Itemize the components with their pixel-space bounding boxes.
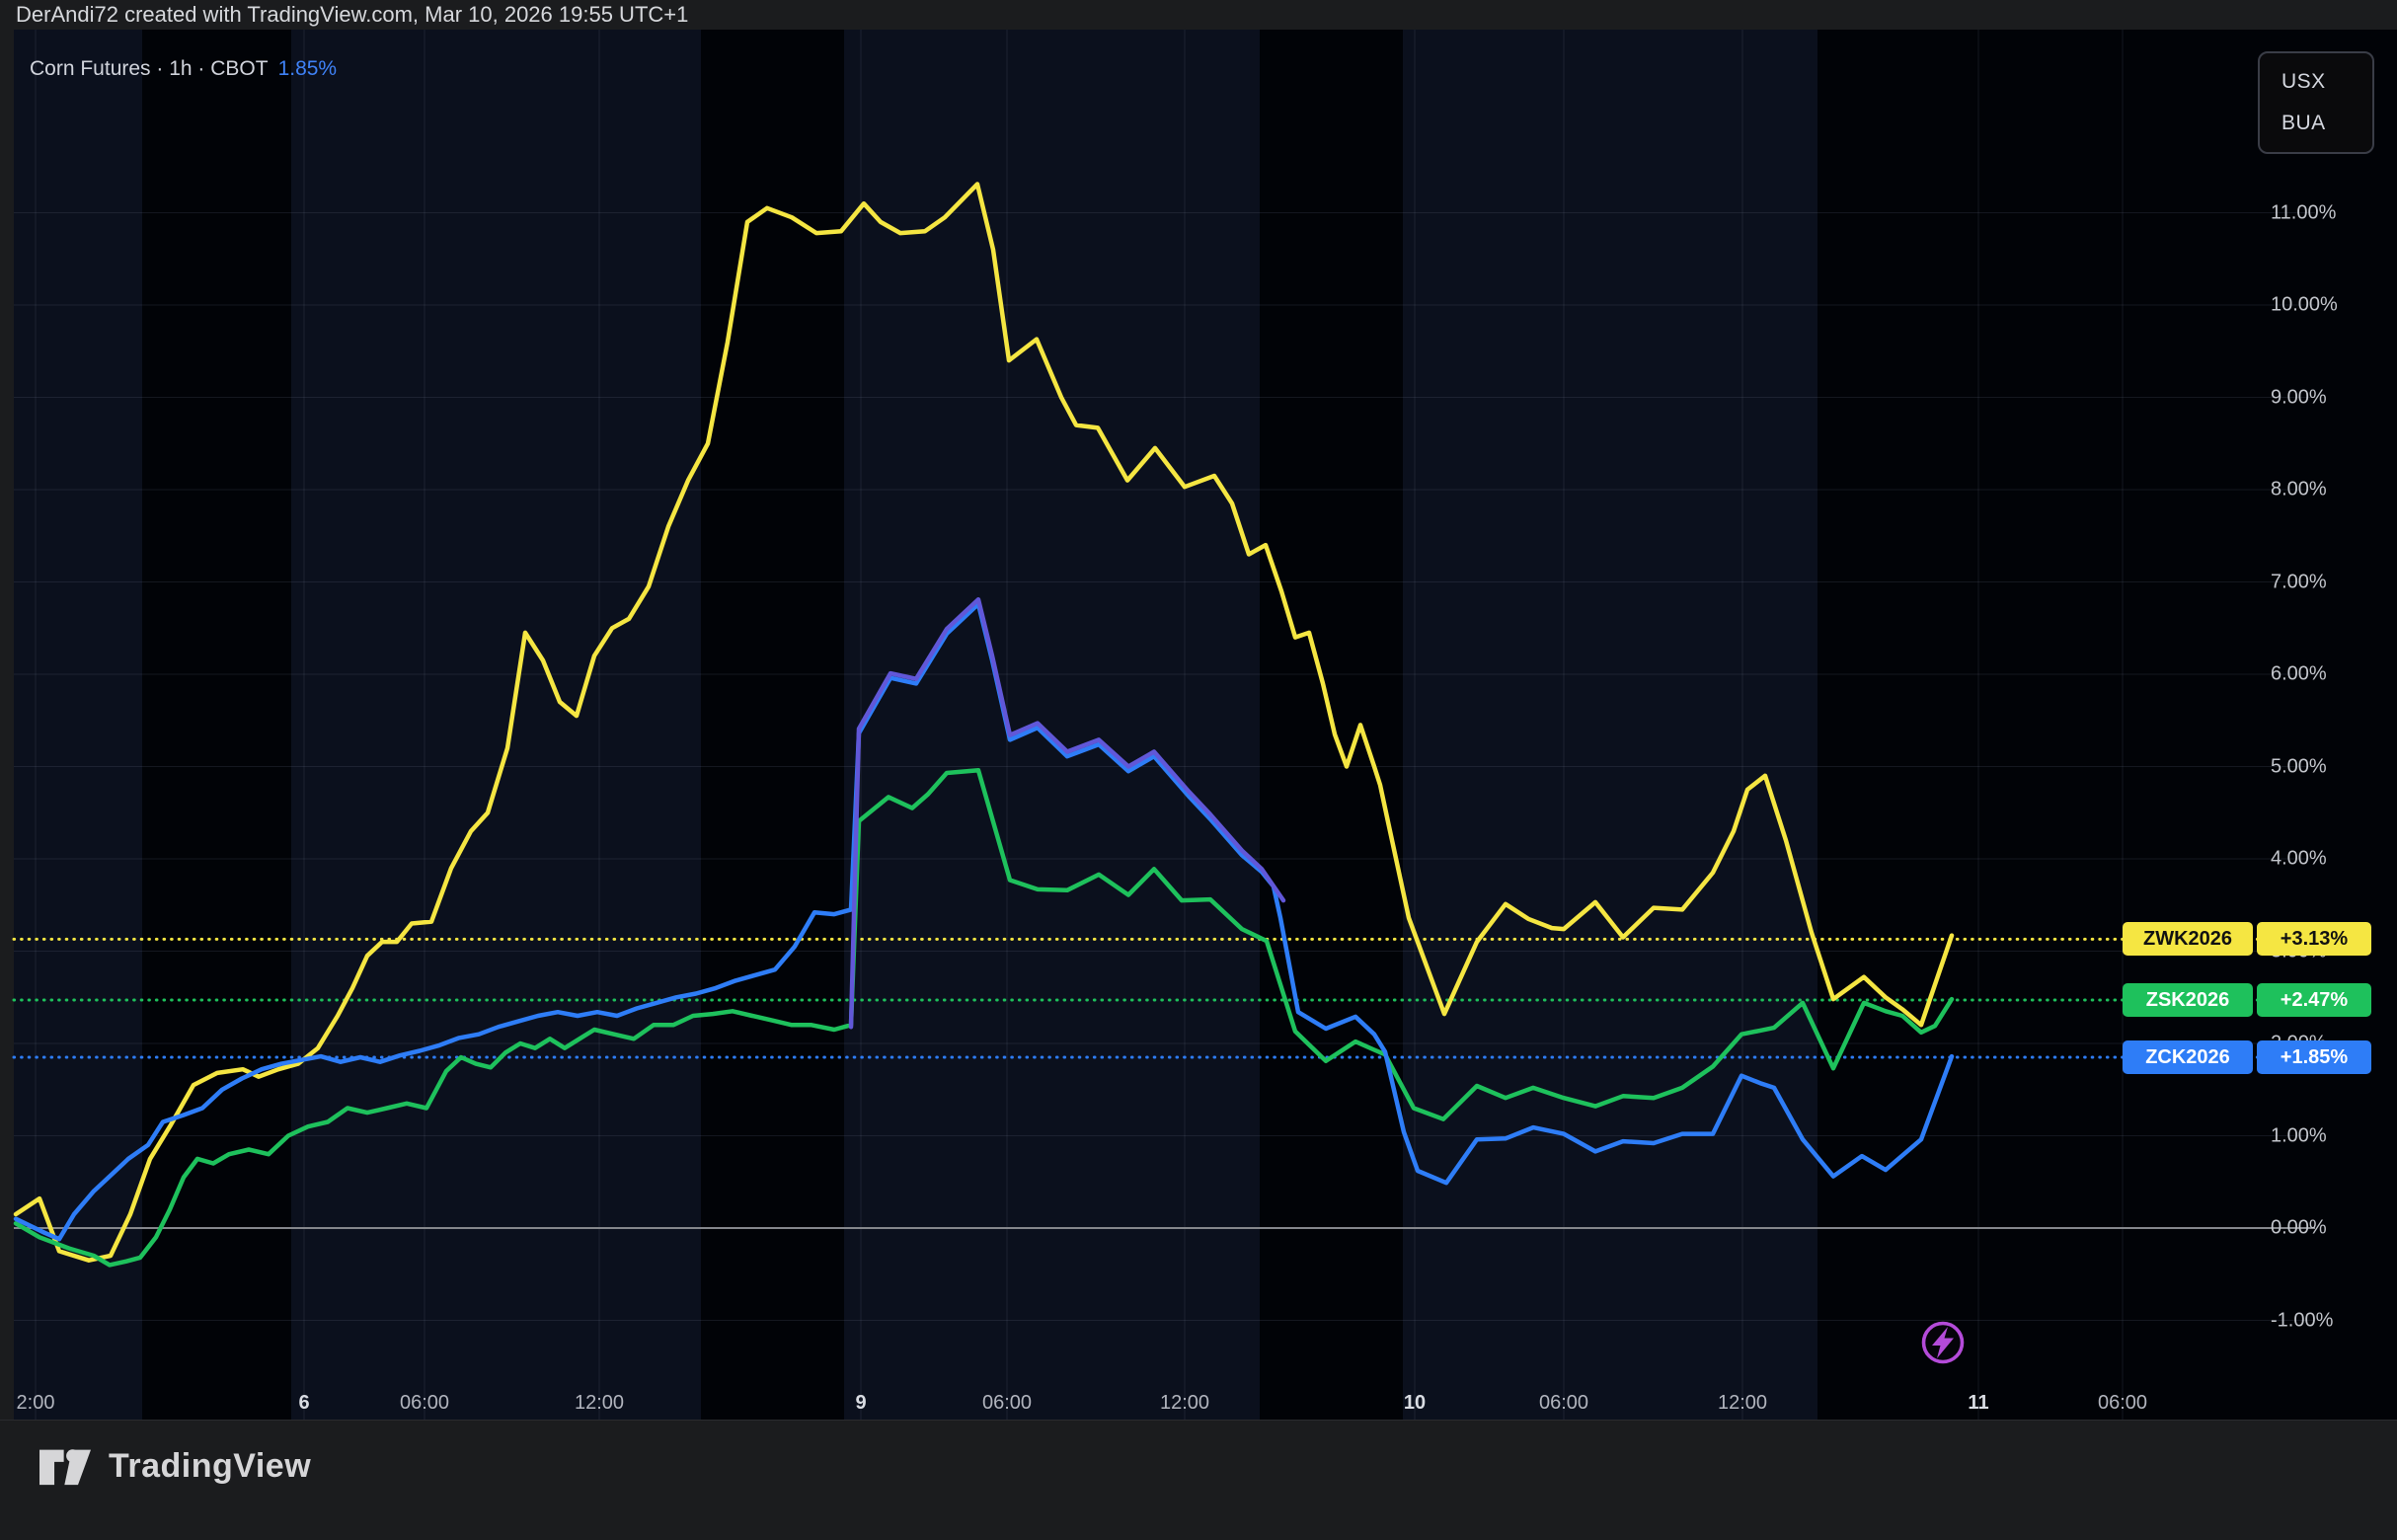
x-axis-label[interactable]: 06:00 (400, 1392, 449, 1415)
x-axis-label[interactable]: 9 (855, 1392, 866, 1415)
price-label-symbol[interactable]: ZSK2026 (2123, 983, 2253, 1017)
x-axis-label[interactable]: 12:00 (575, 1392, 624, 1415)
y-axis-label[interactable]: 8.00% (2271, 479, 2327, 501)
y-axis-label[interactable]: -1.00% (2271, 1309, 2333, 1332)
price-label-value[interactable]: +1.85% (2257, 1040, 2371, 1074)
price-label-symbol[interactable]: ZWK2026 (2123, 922, 2253, 956)
price-label-symbol[interactable]: ZCK2026 (2123, 1040, 2253, 1074)
compare-symbol-BUA[interactable]: BUA (2260, 112, 2372, 135)
y-axis-label[interactable]: 4.00% (2271, 848, 2327, 871)
y-axis-label[interactable]: 11.00% (2271, 201, 2336, 224)
y-axis-label[interactable]: 6.00% (2271, 663, 2327, 686)
y-axis-label[interactable]: 9.00% (2271, 386, 2327, 409)
tradingview-brand[interactable]: TradingView (39, 1444, 311, 1488)
footer-bar: TradingView (0, 1420, 2397, 1540)
symbol-title-text: Corn Futures · 1h · CBOT (30, 57, 269, 80)
tradingview-logo-icon (39, 1444, 91, 1488)
x-axis-label[interactable]: 12:00 (1718, 1392, 1767, 1415)
y-axis-label[interactable]: 10.00% (2271, 294, 2338, 317)
y-axis-label[interactable]: 7.00% (2271, 571, 2327, 593)
x-axis-label[interactable]: 06:00 (982, 1392, 1032, 1415)
x-axis-label[interactable]: 06:00 (1539, 1392, 1588, 1415)
x-axis-label[interactable]: 12:00 (1160, 1392, 1209, 1415)
price-label-value[interactable]: +3.13% (2257, 922, 2371, 956)
chart-canvas[interactable] (0, 0, 2397, 1540)
boost-lightning-button[interactable] (1919, 1319, 1967, 1366)
session-band (291, 30, 701, 1420)
compare-symbol-USX[interactable]: USX (2260, 70, 2372, 94)
x-axis-label[interactable]: 06:00 (2098, 1392, 2147, 1415)
y-axis-label[interactable]: 1.00% (2271, 1124, 2327, 1147)
brand-text: TradingView (109, 1447, 311, 1486)
x-axis-label[interactable]: 6 (298, 1392, 309, 1415)
x-axis-label[interactable]: 11 (1968, 1392, 1988, 1415)
x-axis-label[interactable]: 10 (1404, 1392, 1426, 1415)
symbol-change-percent: 1.85% (278, 57, 338, 80)
compare-symbols-box[interactable]: USX BUA (2258, 51, 2374, 154)
session-band (1403, 30, 1817, 1420)
session-band (844, 30, 1260, 1420)
symbol-title[interactable]: Corn Futures · 1h · CBOT 1.85% (30, 57, 337, 81)
y-axis-label[interactable]: 5.00% (2271, 755, 2327, 778)
tradingview-screenshot: DerAndi72 created with TradingView.com, … (0, 0, 2397, 1540)
y-axis-label[interactable]: 0.00% (2271, 1217, 2327, 1240)
price-label-value[interactable]: +2.47% (2257, 983, 2371, 1017)
x-axis-label[interactable]: 2:00 (17, 1392, 55, 1415)
